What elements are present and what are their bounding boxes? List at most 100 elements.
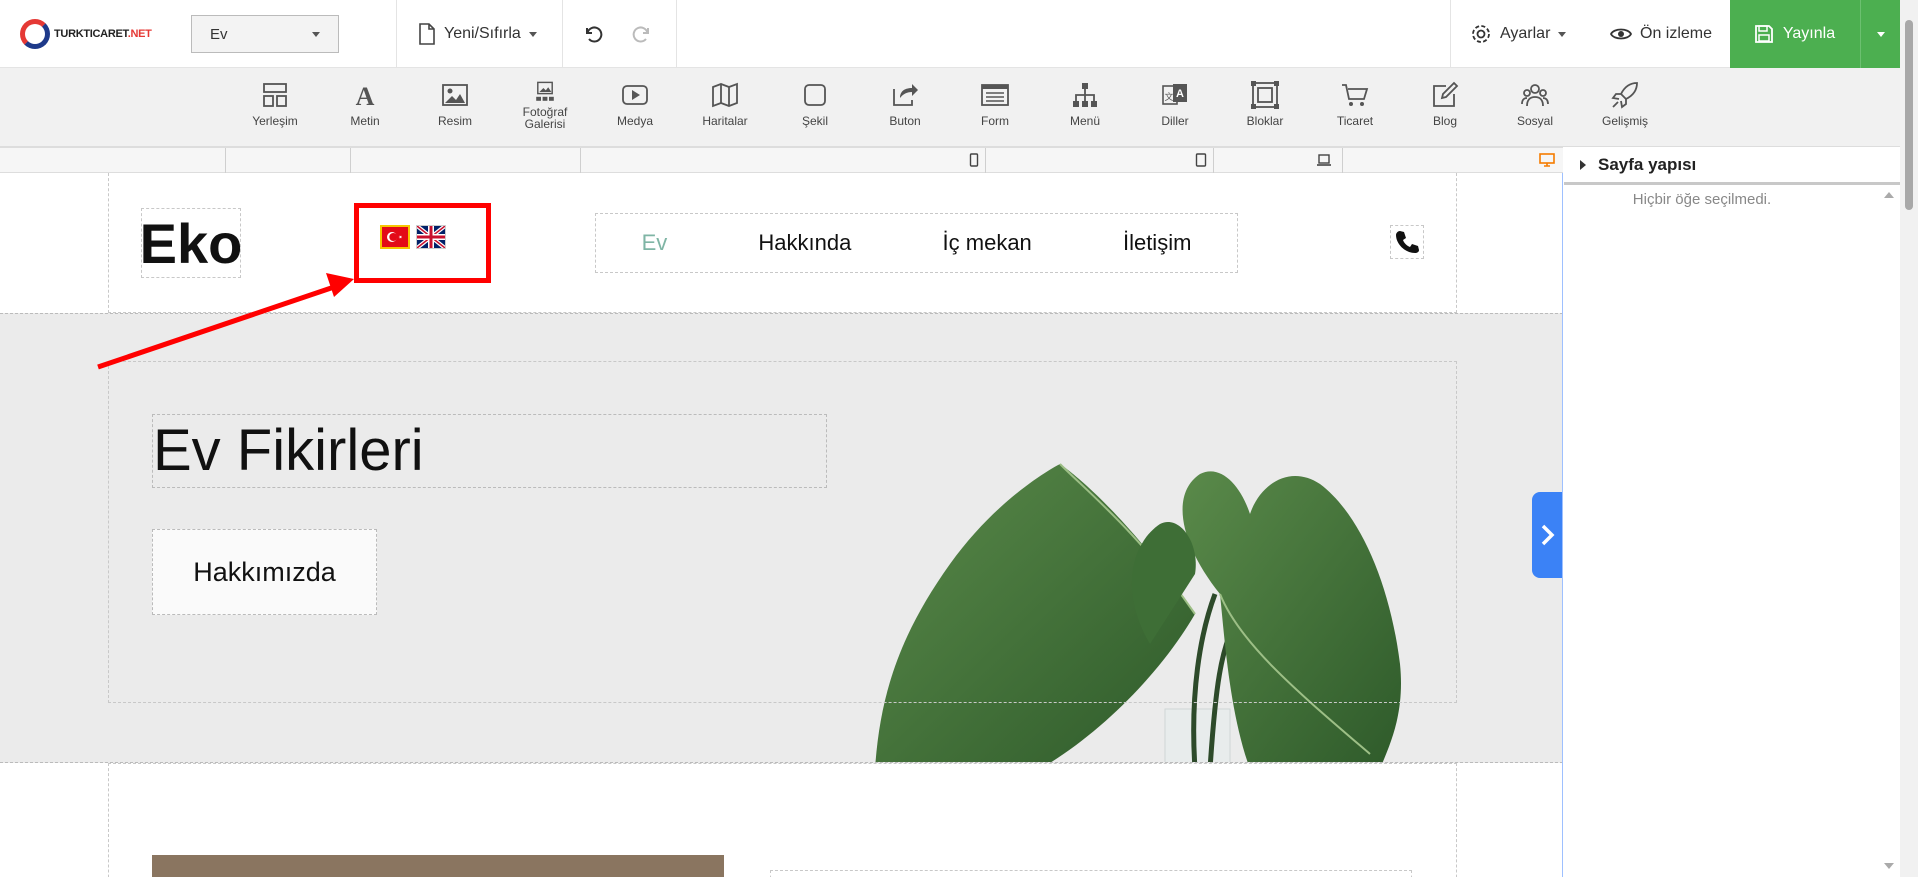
- tool-ticaret[interactable]: Ticaret: [1315, 80, 1395, 127]
- map-icon: [712, 82, 738, 108]
- page-select-value: Ev: [210, 25, 228, 43]
- tool-label: Ticaret: [1336, 114, 1374, 128]
- editor-canvas[interactable]: Eko Ev Hakkında İç mekan İletişim Ev Fik…: [0, 173, 1563, 877]
- ruler-tick: [350, 148, 351, 174]
- divider: [562, 0, 563, 68]
- phone-button[interactable]: [1390, 225, 1424, 259]
- no-selection-text: Hiçbir öğe seçilmedi.: [1632, 191, 1772, 208]
- tool-label: Medya: [616, 114, 654, 128]
- publish-label: Yayınla: [1782, 25, 1836, 42]
- tool-label: Diller: [1161, 114, 1189, 128]
- tool-menu[interactable]: Menü: [1045, 80, 1125, 127]
- image-icon: [442, 84, 468, 106]
- ruler-tick: [225, 148, 226, 174]
- undo-button[interactable]: [582, 0, 604, 68]
- top-bar: TURKTICARET.NET Ev Yeni/Sıfırla Ayarlar: [0, 0, 1918, 68]
- rocket-icon: [1611, 82, 1638, 109]
- tool-label: Fotoğraf Galerisi: [522, 105, 568, 131]
- preview-label: Ön izleme: [1640, 25, 1713, 42]
- panel-scroll-up-icon[interactable]: [1883, 191, 1895, 199]
- about-us-button[interactable]: Hakkımızda: [152, 529, 377, 615]
- hero-title[interactable]: Ev Fikirleri: [152, 414, 827, 488]
- component-toolbar: Yerleşim A Metin Resim Fotoğraf Galerisi…: [0, 68, 1900, 147]
- site-logo[interactable]: Eko: [140, 208, 242, 278]
- tool-haritalar[interactable]: Haritalar: [685, 80, 765, 127]
- tool-yerlesim[interactable]: Yerleşim: [235, 80, 315, 127]
- tool-gelismis[interactable]: Gelişmiş: [1585, 80, 1665, 127]
- scrollbar-thumb[interactable]: [1905, 20, 1913, 210]
- window-scrollbar[interactable]: [1900, 0, 1918, 877]
- tablet-breakpoint-icon[interactable]: [1195, 153, 1207, 167]
- settings-button[interactable]: Ayarlar: [1470, 0, 1567, 68]
- new-reset-button[interactable]: Yeni/Sıfırla: [418, 0, 537, 68]
- tool-fotograf-galerisi[interactable]: Fotoğraf Galerisi: [505, 80, 585, 130]
- page-structure-header[interactable]: Sayfa yapısı: [1564, 147, 1900, 185]
- tool-bloklar[interactable]: Bloklar: [1225, 80, 1305, 127]
- tool-label: Menü: [1069, 114, 1101, 128]
- settings-label: Ayarlar: [1500, 25, 1551, 42]
- text-icon: A: [356, 82, 375, 110]
- chevron-down-icon: [1558, 31, 1567, 37]
- tool-label: Bloklar: [1246, 114, 1284, 128]
- content-text-block[interactable]: [770, 870, 1412, 877]
- divider: [676, 0, 677, 68]
- nav-item-ev[interactable]: Ev: [642, 230, 668, 256]
- tool-label: Form: [981, 114, 1009, 128]
- ruler-tick: [985, 148, 986, 174]
- tool-resim[interactable]: Resim: [415, 80, 495, 127]
- brand-logo[interactable]: TURKTICARET.NET: [20, 18, 152, 50]
- tool-label: Haritalar: [702, 114, 748, 128]
- laptop-breakpoint-icon[interactable]: [1316, 153, 1332, 167]
- nav-item-iletisim[interactable]: İletişim: [1123, 230, 1191, 256]
- panel-toggle-button[interactable]: [1532, 492, 1562, 578]
- tool-medya[interactable]: Medya: [595, 80, 675, 127]
- ruler-tick: [580, 148, 581, 174]
- page-structure-title: Sayfa yapısı: [1598, 154, 1697, 174]
- hero-section[interactable]: Ev Fikirleri Hakkımızda: [0, 313, 1562, 763]
- blog-icon: [1433, 81, 1459, 107]
- form-icon: [981, 84, 1009, 106]
- chevron-down-icon: [1876, 31, 1885, 37]
- nav-item-ic-mekan[interactable]: İç mekan: [943, 230, 1032, 256]
- desktop-breakpoint-icon[interactable]: [1538, 153, 1556, 167]
- chevron-right-icon: [1541, 524, 1555, 546]
- shape-icon: [804, 84, 826, 106]
- tool-diller[interactable]: A文 Diller: [1135, 80, 1215, 127]
- layout-icon: [263, 83, 287, 107]
- tool-label: Gelişmiş: [1601, 114, 1648, 128]
- panel-scroll-down-icon[interactable]: [1883, 862, 1895, 870]
- gear-icon: [1472, 25, 1490, 43]
- tool-metin[interactable]: A Metin: [325, 80, 405, 127]
- page-select[interactable]: Ev: [191, 15, 339, 53]
- publish-button[interactable]: Yayınla: [1730, 0, 1860, 68]
- ruler-tick: [1213, 148, 1214, 174]
- preview-button[interactable]: Ön izleme: [1610, 0, 1712, 68]
- file-icon: [419, 23, 435, 45]
- tool-sekil[interactable]: Şekil: [775, 80, 855, 127]
- page-structure-panel: Sayfa yapısı Hiçbir öğe seçilmedi.: [1564, 147, 1900, 877]
- caret-right-icon: [1580, 159, 1586, 170]
- eye-icon: [1610, 28, 1632, 40]
- site-nav[interactable]: Ev Hakkında İç mekan İletişim: [595, 213, 1238, 273]
- logo-text: TURKTICARET.NET: [54, 28, 152, 40]
- save-icon: [1755, 25, 1773, 43]
- tool-label: Yerleşim: [252, 114, 298, 128]
- new-reset-label: Yeni/Sıfırla: [444, 25, 521, 42]
- redo-button[interactable]: [631, 0, 653, 68]
- mobile-breakpoint-icon[interactable]: [969, 153, 979, 167]
- phone-icon: [1396, 231, 1419, 253]
- svg-text:文: 文: [1164, 91, 1173, 103]
- content-image[interactable]: [152, 855, 724, 877]
- tool-sosyal[interactable]: Sosyal: [1495, 80, 1575, 127]
- tool-blog[interactable]: Blog: [1405, 80, 1485, 127]
- nav-item-hakkinda[interactable]: Hakkında: [758, 230, 851, 256]
- social-icon: [1521, 84, 1549, 107]
- chevron-down-icon: [528, 31, 537, 37]
- tool-buton[interactable]: Buton: [865, 80, 945, 127]
- tool-form[interactable]: Form: [955, 80, 1035, 127]
- svg-text:A: A: [1176, 88, 1184, 100]
- logo-ring-icon: [20, 19, 50, 49]
- chevron-down-icon: [312, 31, 320, 37]
- ruler-tick: [1342, 148, 1343, 174]
- publish-options-button[interactable]: [1860, 0, 1900, 68]
